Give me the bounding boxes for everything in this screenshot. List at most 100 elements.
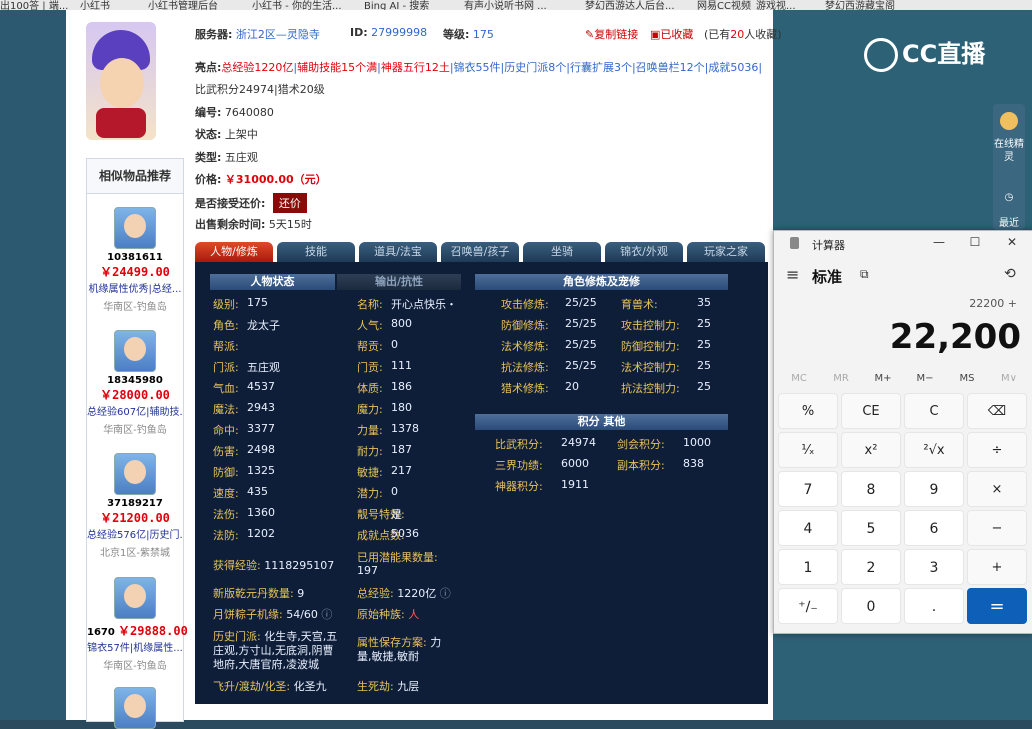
- tab-pets[interactable]: 召唤兽/孩子: [441, 242, 519, 262]
- calc-key[interactable]: 1: [778, 549, 838, 585]
- stat-row: 育兽术: 35: [621, 296, 711, 312]
- character-avatar: [86, 22, 156, 140]
- used-fruit-value: 197: [357, 564, 378, 577]
- calc-key[interactable]: 2: [841, 549, 901, 585]
- stat-row: 剑会积分: 1000: [617, 436, 711, 452]
- section-output[interactable]: 输出/抗性: [337, 274, 461, 290]
- memory-button[interactable]: MS: [946, 373, 988, 384]
- life-row: 生死劫: 九层: [357, 680, 420, 693]
- avatar-body: [96, 108, 146, 138]
- similar-items-title: 相似物品推荐: [87, 159, 183, 194]
- close-icon[interactable]: ✕: [1002, 235, 1022, 249]
- collect-count: (已有20人收藏): [704, 28, 782, 41]
- stat-value: 20: [565, 380, 579, 393]
- stat-row: 法术修炼: 25/25: [501, 338, 597, 354]
- calc-key[interactable]: ÷: [967, 432, 1027, 468]
- origin-row: 原始种族: 人: [357, 608, 420, 621]
- stat-row: 气血: 4537: [213, 380, 275, 396]
- maximize-icon[interactable]: ☐: [965, 235, 985, 249]
- copy-link-button[interactable]: ✎复制链接: [585, 26, 638, 42]
- calc-key[interactable]: C: [904, 393, 964, 429]
- calc-key[interactable]: %: [778, 393, 838, 429]
- stat-label: 体质:: [357, 382, 383, 395]
- stat-value: 25: [697, 380, 711, 393]
- stat-row: 人气: 800: [357, 317, 412, 333]
- calc-key[interactable]: ²√x: [904, 432, 964, 468]
- stat-value: 25: [697, 317, 711, 330]
- calc-key[interactable]: 0: [841, 588, 901, 624]
- stat-row: 级别: 175: [213, 296, 268, 312]
- calc-key[interactable]: ⌫: [967, 393, 1027, 429]
- calc-key[interactable]: CE: [841, 393, 901, 429]
- stat-label: 魔力:: [357, 403, 383, 416]
- tab-home[interactable]: 玩家之家: [687, 242, 765, 262]
- calc-key[interactable]: 5: [841, 510, 901, 546]
- stat-value: 4537: [247, 380, 275, 393]
- memory-button[interactable]: M∨: [988, 373, 1030, 384]
- calc-key[interactable]: 8: [841, 471, 901, 507]
- keep-on-top-icon[interactable]: ⧉: [860, 267, 869, 282]
- stat-value: 180: [391, 401, 412, 414]
- stat-row: 三界功绩: 6000: [495, 457, 589, 473]
- help-icon[interactable]: ⓘ: [321, 608, 332, 621]
- stat-label: 名称:: [357, 298, 383, 311]
- stat-value: 838: [683, 457, 704, 470]
- calc-key[interactable]: ¹⁄ₓ: [778, 432, 838, 468]
- help-icon[interactable]: ⓘ: [440, 587, 451, 600]
- tab-mounts[interactable]: 坐骑: [523, 242, 601, 262]
- stat-label: 神器积分:: [495, 480, 543, 493]
- memory-button[interactable]: M+: [862, 373, 904, 384]
- stat-label: 副本积分:: [617, 459, 665, 472]
- copy-icon: ✎: [585, 28, 595, 41]
- calc-key[interactable]: 6: [904, 510, 964, 546]
- collected-button[interactable]: ▣已收藏: [650, 26, 693, 42]
- memory-button[interactable]: MR: [820, 373, 862, 384]
- calc-key[interactable]: 4: [778, 510, 838, 546]
- calc-key[interactable]: 9: [904, 471, 964, 507]
- stat-row: 攻击控制力: 25: [621, 317, 711, 333]
- calc-key[interactable]: .: [904, 588, 964, 624]
- calc-key[interactable]: =: [967, 588, 1027, 624]
- calc-key[interactable]: x²: [841, 432, 901, 468]
- menu-icon[interactable]: ≡: [786, 265, 799, 284]
- stat-value: 1911: [561, 478, 589, 491]
- clock-icon[interactable]: ◷: [993, 192, 1025, 203]
- tab-skills[interactable]: 技能: [277, 242, 355, 262]
- similar-item[interactable]: 18345980 ￥28000.00 总经验607亿|辅助技... 华南区-钓鱼…: [87, 330, 183, 436]
- memory-button[interactable]: MC: [778, 373, 820, 384]
- similar-item[interactable]: 10381611 ￥24499.00 机缘属性优秀|总经... 华南区-钓鱼岛: [87, 207, 183, 313]
- section-status[interactable]: 人物状态: [210, 274, 335, 290]
- calc-key[interactable]: +: [967, 549, 1027, 585]
- stat-value: 3377: [247, 422, 275, 435]
- similar-item[interactable]: 37189217 ￥21200.00 总经验576亿|历史门... 北京1区-紫…: [87, 453, 183, 559]
- stat-value: 是: [391, 508, 402, 521]
- stat-value: 217: [391, 464, 412, 477]
- stat-value: 1000: [683, 436, 711, 449]
- similar-item[interactable]: 1670 ￥29888.00 锦衣57件|机缘属性... 华南区-钓鱼岛: [87, 577, 188, 672]
- stat-label: 攻击修炼:: [501, 298, 549, 311]
- recent-link[interactable]: 最近: [993, 214, 1025, 229]
- stat-row: 成就点数: 5036: [357, 527, 419, 543]
- calc-key[interactable]: −: [967, 510, 1027, 546]
- cc-live-logo: CC直播: [864, 34, 985, 72]
- calc-key[interactable]: 7: [778, 471, 838, 507]
- tab-items[interactable]: 道具/法宝: [359, 242, 437, 262]
- calc-key[interactable]: ⁺∕₋: [778, 588, 838, 624]
- minimize-icon[interactable]: —: [929, 235, 949, 249]
- floating-widget: 在线精灵 ◷ 最近: [993, 104, 1025, 230]
- similar-item[interactable]: [87, 687, 183, 729]
- calc-key[interactable]: ×: [967, 471, 1027, 507]
- calc-key[interactable]: 3: [904, 549, 964, 585]
- item-type: 类型: 五庄观: [195, 151, 258, 164]
- online-assistant[interactable]: 在线精灵: [993, 138, 1025, 164]
- tab-character[interactable]: 人物/修炼: [195, 242, 273, 262]
- tab-outfits[interactable]: 锦衣/外观: [605, 242, 683, 262]
- stat-value: 25/25: [565, 359, 597, 372]
- stat-row: 神器积分: 1911: [495, 478, 589, 494]
- item-number: 编号: 7640080: [195, 106, 274, 119]
- memory-button[interactable]: M−: [904, 373, 946, 384]
- assistant-avatar-icon[interactable]: [993, 112, 1025, 133]
- history-icon[interactable]: ⟲: [1004, 266, 1016, 282]
- stat-row: 体质: 186: [357, 380, 412, 396]
- bargain-button[interactable]: 还价: [272, 193, 307, 213]
